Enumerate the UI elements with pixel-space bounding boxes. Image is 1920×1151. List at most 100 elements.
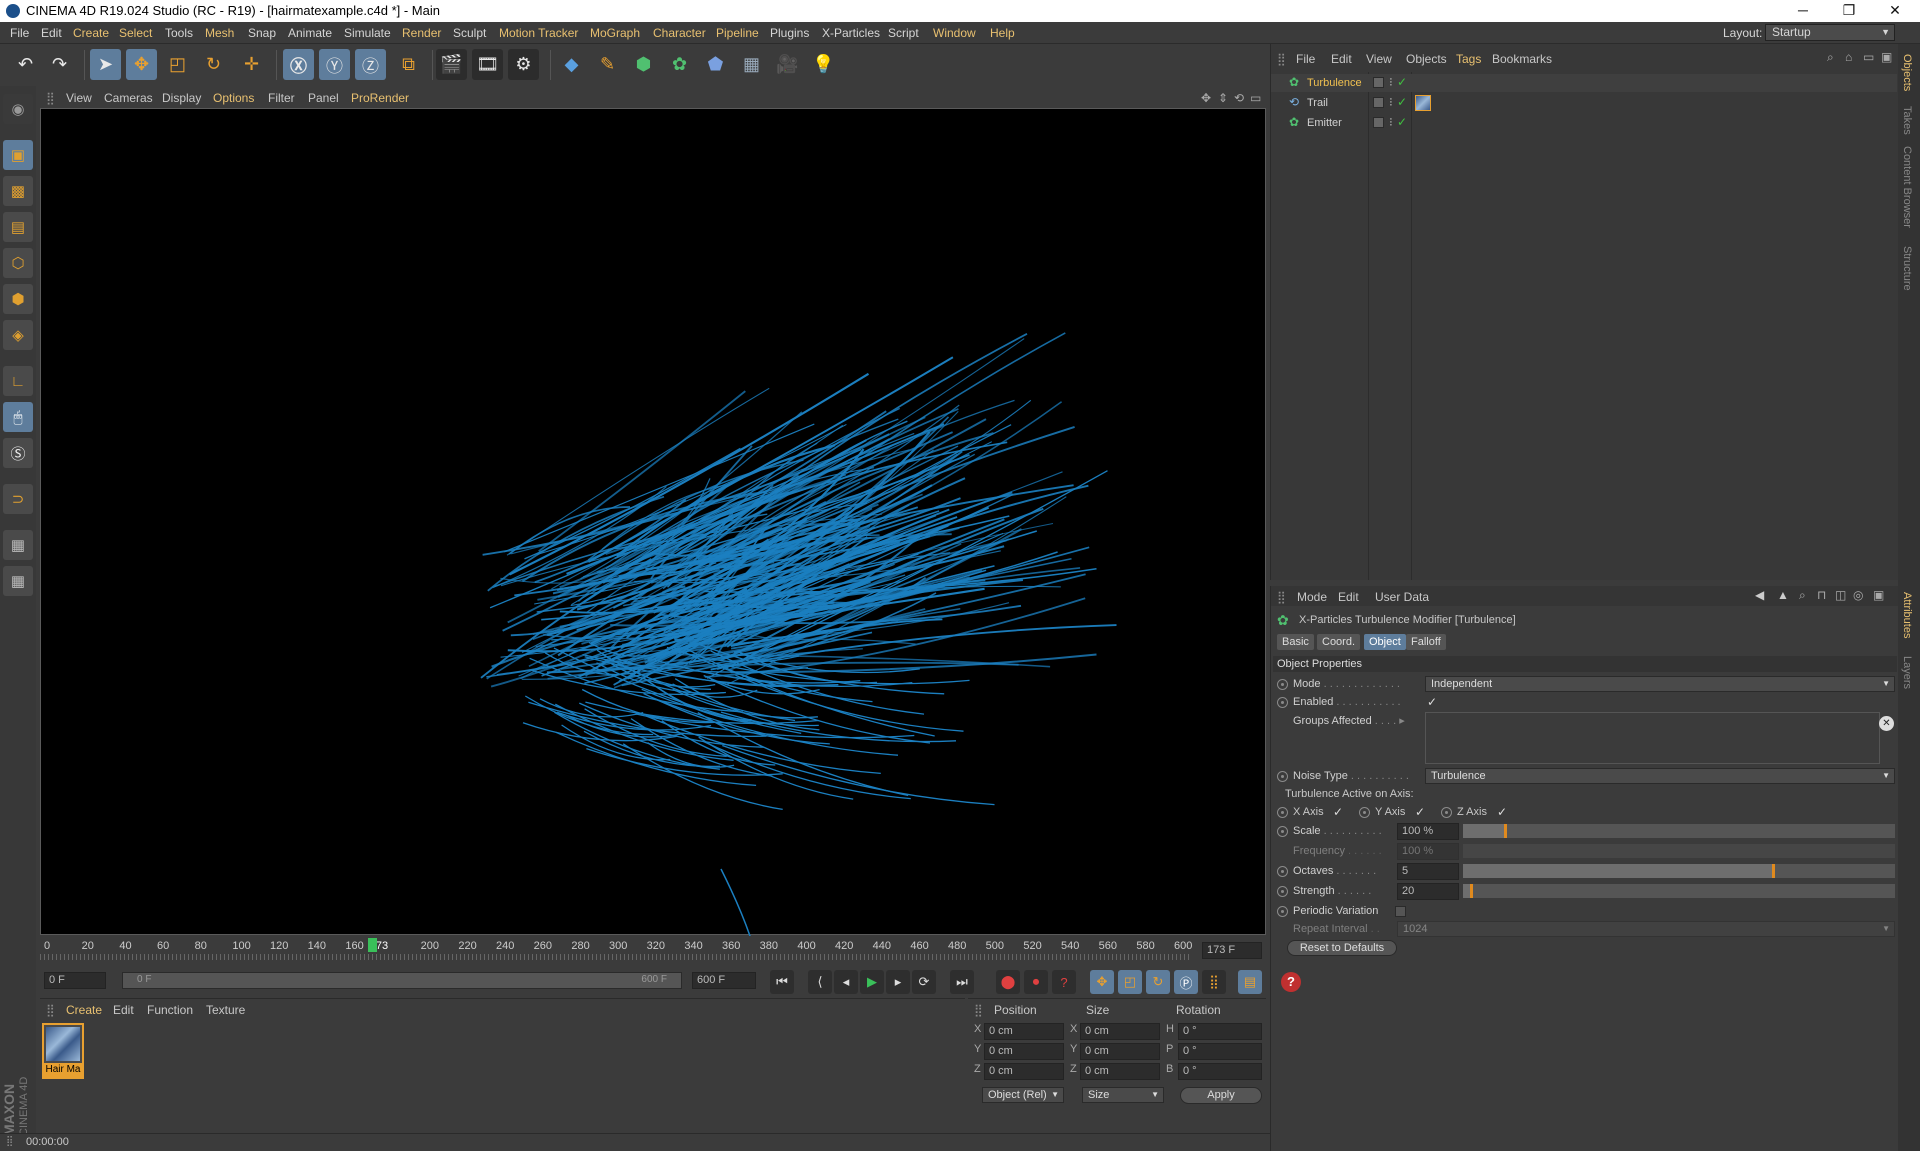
menu-character[interactable]: Character — [653, 26, 706, 40]
mode-select[interactable]: Independent ▼ — [1425, 676, 1895, 692]
object-name[interactable]: Emitter — [1307, 117, 1342, 129]
timeline[interactable]: 0 20 40 60 80 100 120 140 160 173 200 220 240 260 280 3… — [40, 938, 1266, 966]
mat-menu-function[interactable]: Function — [147, 1003, 193, 1017]
tab-coord[interactable]: Coord. — [1317, 634, 1361, 650]
z-axis-icon[interactable]: Ⓩ — [355, 49, 386, 80]
autokey-icon[interactable]: ⏺ — [1024, 970, 1048, 994]
pen-icon[interactable]: ✎ — [592, 49, 623, 80]
vp-menu-filter[interactable]: Filter — [268, 91, 295, 105]
start-frame-field[interactable]: 0 F — [44, 972, 106, 989]
move-icon[interactable]: ✥ — [126, 49, 157, 80]
scale-field[interactable]: 100 % — [1397, 823, 1459, 840]
maximize-panel-icon[interactable]: ▣ — [1881, 50, 1892, 64]
layout-select[interactable]: Startup ▼ — [1765, 24, 1895, 41]
edges-mode-icon[interactable]: ⬢ — [3, 284, 33, 314]
search-icon[interactable]: ⌕ — [1799, 588, 1806, 603]
groups-list[interactable] — [1425, 712, 1880, 764]
strength-field[interactable]: 20 — [1397, 883, 1459, 900]
attr-menu-user-data[interactable]: User Data — [1375, 590, 1429, 604]
layer-icon[interactable] — [1373, 97, 1384, 108]
animate-icon[interactable] — [1359, 807, 1370, 818]
axis-mode-icon[interactable]: ∟ — [3, 366, 33, 396]
key-position-icon[interactable]: ✥ — [1090, 970, 1114, 994]
go-to-start-icon[interactable]: ⏮ — [770, 970, 794, 994]
coord-position-field[interactable]: 0 cm — [984, 1043, 1064, 1060]
object-row[interactable]: ✿ Emitter ⁝ ✓ — [1271, 114, 1897, 132]
viewport[interactable] — [40, 108, 1266, 936]
deformer-icon[interactable]: ⬟ — [700, 49, 731, 80]
enabled-check-icon[interactable]: ✓ — [1397, 75, 1407, 89]
coord-rotation-field[interactable]: 0 ° — [1178, 1043, 1262, 1060]
polygons-mode-icon[interactable]: ◈ — [3, 320, 33, 350]
model-mode-icon[interactable]: ▣ — [3, 140, 33, 170]
zoom-icon[interactable]: ⇕ — [1218, 91, 1228, 105]
enabled-checkbox[interactable]: ✓ — [1427, 695, 1437, 709]
menu-mesh[interactable]: Mesh — [205, 26, 234, 40]
obj-menu-tags[interactable]: Tags — [1456, 52, 1481, 66]
menu-snap[interactable]: Snap — [248, 26, 276, 40]
coord-position-field[interactable]: 0 cm — [984, 1023, 1064, 1040]
menu-simulate[interactable]: Simulate — [344, 26, 391, 40]
menu-animate[interactable]: Animate — [288, 26, 332, 40]
key-pla-icon[interactable]: ⣿ — [1202, 970, 1226, 994]
menu-render[interactable]: Render — [402, 26, 441, 40]
hair-material-tag-icon[interactable] — [1415, 95, 1431, 111]
slider-knob[interactable] — [1504, 824, 1508, 838]
current-frame-field[interactable]: 173 F — [1202, 942, 1262, 959]
home-icon[interactable]: ⌂ — [1845, 50, 1852, 64]
menu-script[interactable]: Script — [888, 26, 919, 40]
lock-icon[interactable]: ⊓ — [1817, 588, 1826, 602]
maximize-panel-icon[interactable]: ▣ — [1873, 588, 1884, 602]
coord-size-select[interactable]: Size ▼ — [1082, 1087, 1164, 1103]
tab-falloff[interactable]: Falloff — [1406, 634, 1446, 650]
back-arrow-icon[interactable]: ◀ — [1755, 588, 1764, 602]
attr-menu-mode[interactable]: Mode — [1297, 590, 1327, 604]
slider-knob[interactable] — [1772, 864, 1776, 878]
enabled-check-icon[interactable]: ✓ — [1397, 95, 1407, 109]
visibility-dots-icon[interactable]: ⁝ — [1389, 75, 1393, 89]
coord-position-field[interactable]: 0 cm — [984, 1063, 1064, 1080]
vp-menu-cameras[interactable]: Cameras — [104, 91, 153, 105]
mat-menu-edit[interactable]: Edit — [113, 1003, 134, 1017]
previous-frame-icon[interactable]: ◂ — [834, 970, 858, 994]
vp-menu-prorender[interactable]: ProRender — [351, 91, 409, 105]
slider-knob[interactable] — [1469, 884, 1473, 898]
animate-icon[interactable] — [1277, 807, 1288, 818]
vp-menu-view[interactable]: View — [66, 91, 92, 105]
render-view-icon[interactable]: 🎬 — [436, 49, 467, 80]
mat-menu-create[interactable]: Create — [66, 1003, 102, 1017]
make-editable-icon[interactable]: ◉ — [3, 94, 33, 124]
timeline-current-marker[interactable] — [367, 938, 377, 952]
menu-create[interactable]: Create — [73, 26, 109, 40]
pan-icon[interactable]: ✥ — [1201, 91, 1211, 105]
y-axis-checkbox[interactable]: ✓ — [1415, 805, 1425, 819]
scale-icon[interactable]: ◰ — [162, 49, 193, 80]
key-scale-icon[interactable]: ◰ — [1118, 970, 1142, 994]
menu-plugins[interactable]: Plugins — [770, 26, 809, 40]
live-select-icon[interactable]: ➤ — [90, 49, 121, 80]
object-name[interactable]: Turbulence — [1307, 77, 1362, 89]
object-name[interactable]: Trail — [1307, 97, 1328, 109]
rotate-icon[interactable]: ↻ — [198, 49, 229, 80]
clear-icon[interactable]: ✕ — [1879, 716, 1894, 731]
solo-icon[interactable]: Ⓢ — [3, 438, 33, 468]
menu-help[interactable]: Help — [990, 26, 1015, 40]
z-axis-checkbox[interactable]: ✓ — [1497, 805, 1507, 819]
animate-icon[interactable] — [1277, 826, 1288, 837]
cube-icon[interactable]: ◆ — [556, 49, 587, 80]
new-window-icon[interactable]: ▭ — [1863, 50, 1874, 64]
octaves-field[interactable]: 5 — [1397, 863, 1459, 880]
object-row[interactable]: ✿ Turbulence ⁝ ✓ — [1271, 74, 1897, 92]
material-swatch[interactable]: Hair Ma — [42, 1023, 84, 1079]
render-picture-viewer-icon[interactable]: 🎞 — [472, 49, 503, 80]
help-icon[interactable]: ? — [1281, 972, 1301, 992]
tab-objects[interactable]: Objects — [1901, 54, 1913, 91]
settings-icon[interactable]: ◎ — [1853, 588, 1863, 602]
menu-motion-tracker[interactable]: Motion Tracker — [499, 26, 578, 40]
noise-type-select[interactable]: Turbulence ▼ — [1425, 768, 1895, 784]
vp-menu-display[interactable]: Display — [162, 91, 201, 105]
tab-content-browser[interactable]: Content Browser — [1901, 146, 1913, 228]
visibility-dots-icon[interactable]: ⁝ — [1389, 95, 1393, 109]
snap-icon[interactable]: ⊃ — [3, 484, 33, 514]
grid-lock-icon[interactable]: ▦ — [3, 530, 33, 560]
